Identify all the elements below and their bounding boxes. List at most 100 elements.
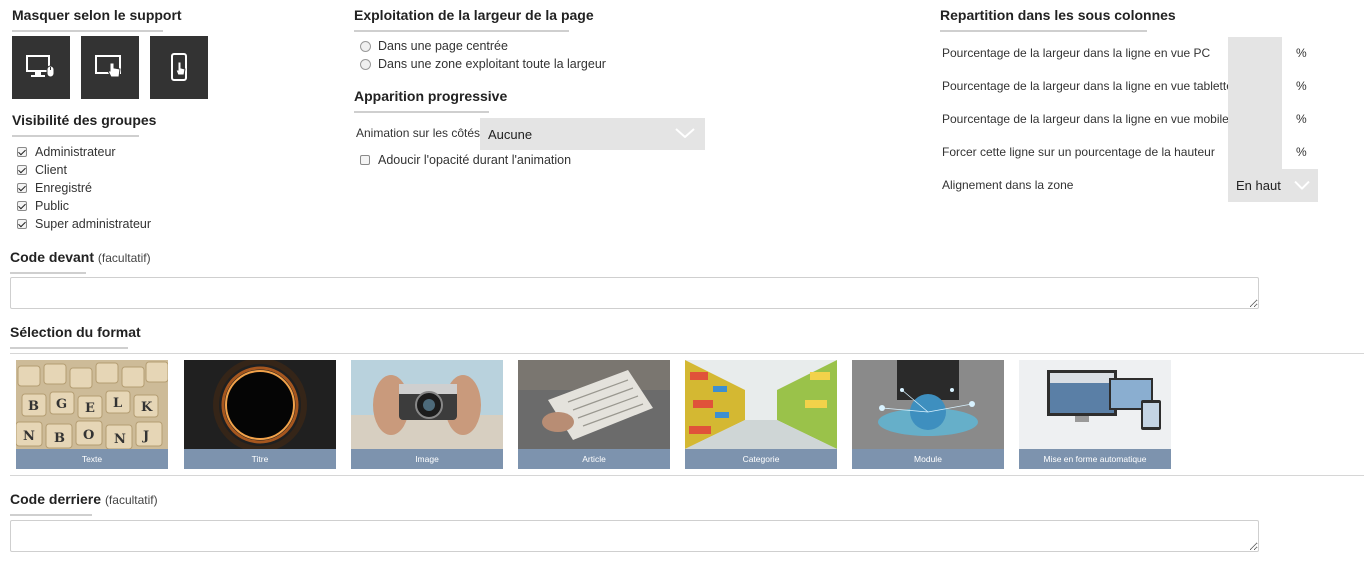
supermarket-aisle-image — [685, 360, 837, 449]
checkbox-label: Super administrateur — [35, 217, 152, 231]
tile-caption: Module — [852, 449, 1004, 469]
mobile-width-input[interactable] — [1228, 103, 1282, 136]
radio-button[interactable] — [360, 58, 371, 70]
tablet-network-image — [852, 360, 1004, 449]
heading-underline — [12, 135, 139, 137]
animation-label: Animation sur les côtés — [356, 126, 481, 140]
tile-caption: Categorie — [685, 449, 837, 469]
code-before-textarea[interactable] — [10, 277, 1259, 309]
newspaper-image — [518, 360, 670, 449]
progressive-heading: Apparition progressive — [354, 88, 508, 104]
checkbox[interactable] — [360, 155, 370, 165]
tile-caption: Mise en forme automatique — [1019, 449, 1171, 469]
percent-unit: % — [1296, 145, 1307, 159]
code-after-heading: Code derriere (facultatif) — [10, 491, 158, 512]
camera-photo-image — [351, 360, 503, 449]
divider — [10, 475, 1364, 476]
checkbox[interactable] — [17, 165, 27, 175]
chevron-down-icon — [675, 128, 695, 138]
svg-text:E: E — [85, 401, 95, 416]
height-percent-label: Forcer cette ligne sur un pourcentage de… — [942, 145, 1215, 159]
height-percent-input[interactable] — [1228, 136, 1282, 169]
checkbox[interactable] — [17, 219, 27, 229]
radio-label: Dans une page centrée — [378, 39, 508, 53]
opacity-checkbox-row[interactable]: Adoucir l'opacité durant l'animation — [360, 151, 571, 169]
code-after-textarea[interactable] — [10, 520, 1259, 552]
alignment-select-value: En haut — [1236, 178, 1281, 193]
tile-caption: Image — [351, 449, 503, 469]
heading-underline — [10, 514, 92, 516]
eclipse-image — [184, 360, 336, 449]
animation-select[interactable]: Aucune — [480, 118, 705, 150]
format-tile-mise-en-forme[interactable]: Mise en forme automatique — [1019, 360, 1171, 469]
group-checkbox-row[interactable]: Enregistré — [17, 179, 92, 197]
desktop-mouse-icon — [26, 54, 55, 77]
format-tile-titre[interactable]: Titre — [184, 360, 336, 469]
animation-select-value: Aucune — [488, 126, 533, 142]
hide-mobile-button[interactable] — [150, 36, 208, 99]
alignment-label: Alignement dans la zone — [942, 178, 1074, 192]
tablet-touch-icon — [95, 54, 121, 77]
mobile-touch-icon — [171, 52, 187, 81]
responsive-screens-image — [1019, 360, 1171, 449]
heading-underline — [10, 347, 128, 349]
format-tile-categorie[interactable]: Categorie — [685, 360, 837, 469]
format-tile-module[interactable]: Module — [852, 360, 1004, 469]
percent-unit: % — [1296, 46, 1307, 60]
checkbox-label: Administrateur — [35, 145, 116, 159]
chevron-down-icon — [1294, 180, 1310, 190]
code-before-title: Code devant — [10, 249, 95, 265]
svg-text:L: L — [113, 396, 122, 411]
groups-heading: Visibilité des groupes — [12, 112, 157, 128]
tile-caption: Article — [518, 449, 670, 469]
checkbox-label: Public — [35, 199, 70, 213]
letter-cubes-image: BGE LK NBO NJ — [16, 360, 168, 449]
hide-tablet-button[interactable] — [81, 36, 139, 99]
group-checkbox-row[interactable]: Public — [17, 197, 69, 215]
checkbox[interactable] — [17, 201, 27, 211]
svg-text:J: J — [142, 429, 149, 444]
heading-underline — [12, 30, 163, 32]
radio-label: Dans une zone exploitant toute la largeu… — [378, 57, 606, 71]
percent-unit: % — [1296, 112, 1307, 126]
tile-caption: Texte — [16, 449, 168, 469]
format-tile-texte[interactable]: BGE LK NBO NJ Texte — [16, 360, 168, 469]
checkbox[interactable] — [17, 147, 27, 157]
radio-centered-page[interactable]: Dans une page centrée — [360, 37, 508, 55]
checkbox-label: Enregistré — [35, 181, 92, 195]
svg-text:G: G — [56, 397, 67, 412]
heading-underline — [354, 111, 489, 113]
code-after-title: Code derriere — [10, 491, 102, 507]
svg-text:N: N — [23, 429, 35, 444]
group-checkbox-row[interactable]: Client — [17, 161, 67, 179]
radio-button[interactable] — [360, 40, 371, 52]
radio-full-width[interactable]: Dans une zone exploitant toute la largeu… — [360, 55, 606, 73]
heading-underline — [10, 272, 86, 274]
format-tile-image[interactable]: Image — [351, 360, 503, 469]
group-checkbox-row[interactable]: Administrateur — [17, 143, 116, 161]
heading-underline — [940, 30, 1147, 32]
checkbox[interactable] — [17, 183, 27, 193]
width-usage-heading: Exploitation de la largeur de la page — [354, 7, 594, 23]
code-before-heading: Code devant (facultatif) — [10, 249, 151, 270]
svg-text:O: O — [83, 428, 94, 443]
mobile-width-label: Pourcentage de la largeur dans la ligne … — [942, 112, 1229, 126]
optional-note: (facultatif) — [104, 493, 158, 507]
alignment-select[interactable]: En haut — [1228, 169, 1318, 202]
svg-text:B: B — [54, 431, 65, 446]
svg-text:N: N — [114, 432, 126, 447]
hide-desktop-button[interactable] — [12, 36, 70, 99]
checkbox-label: Client — [35, 163, 67, 177]
format-tile-article[interactable]: Article — [518, 360, 670, 469]
tablet-width-input[interactable] — [1228, 70, 1282, 103]
pc-width-input[interactable] — [1228, 37, 1282, 70]
optional-note: (facultatif) — [97, 251, 151, 265]
pc-width-label: Pourcentage de la largeur dans la ligne … — [942, 46, 1211, 60]
group-checkbox-row[interactable]: Super administrateur — [17, 215, 151, 233]
columns-heading: Repartition dans les sous colonnes — [940, 7, 1176, 23]
divider — [10, 353, 1364, 354]
svg-text:B: B — [28, 399, 39, 414]
format-heading: Sélection du format — [10, 324, 141, 340]
svg-text:K: K — [141, 400, 153, 415]
checkbox-label: Adoucir l'opacité durant l'animation — [378, 153, 572, 167]
